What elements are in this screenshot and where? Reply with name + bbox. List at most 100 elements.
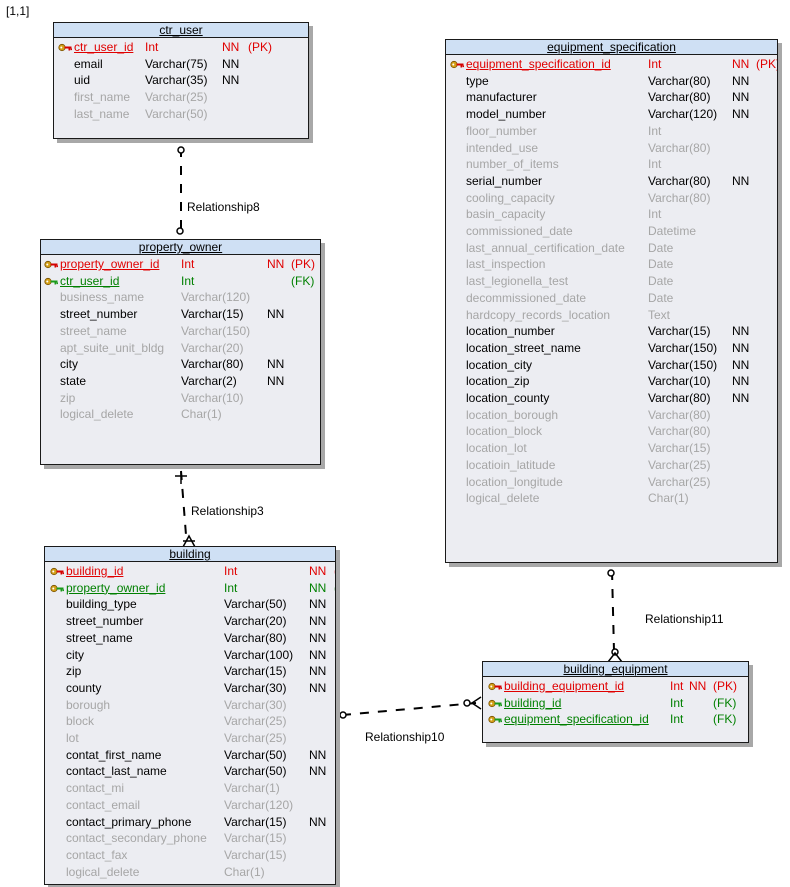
column-row[interactable]: floor_number Int — [446, 123, 777, 139]
column-row[interactable]: street_name Varchar(80) NN — [45, 630, 335, 646]
column-row[interactable]: county Varchar(30) NN — [45, 680, 335, 696]
column-row[interactable]: zip Varchar(10) — [41, 390, 320, 406]
column-row[interactable]: borough Varchar(30) — [45, 697, 335, 713]
column-row[interactable]: manufacturer Varchar(80) NN — [446, 89, 777, 105]
column-row[interactable]: locatioin_latitude Varchar(25) — [446, 457, 777, 473]
column-row[interactable]: commissioned_date Datetime — [446, 223, 777, 239]
column-type: Int — [224, 580, 238, 595]
column-row[interactable]: building_id Int (FK) — [483, 695, 748, 711]
column-row[interactable]: building_type Varchar(50) NN — [45, 596, 335, 612]
column-row[interactable]: street_number Varchar(20) NN — [45, 613, 335, 629]
column-row[interactable]: uid Varchar(35) NN — [54, 72, 308, 88]
column-row[interactable]: equipment_specification_id Int NN (PK) — [446, 56, 777, 72]
column-row[interactable]: intended_use Varchar(80) — [446, 140, 777, 156]
column-row[interactable]: property_owner_id Int NN (FK) — [45, 580, 335, 596]
column-type: Int — [648, 57, 662, 71]
column-row[interactable]: street_name Varchar(150) — [41, 323, 320, 339]
column-row[interactable]: last_annual_certification_date Date — [446, 240, 777, 256]
column-row[interactable]: location_zip Varchar(10) NN — [446, 373, 777, 389]
column-row[interactable]: email Varchar(75) NN — [54, 56, 308, 72]
column-type: Varchar(1) — [224, 781, 280, 796]
column-row[interactable]: serial_number Varchar(80) NN — [446, 173, 777, 189]
column-row[interactable]: decommissioned_date Date — [446, 290, 777, 306]
column-name: property_owner_id — [60, 257, 160, 271]
column-type: Varchar(75) — [145, 56, 208, 71]
column-row[interactable]: location_borough Varchar(80) — [446, 407, 777, 423]
entity-title[interactable]: property_owner — [41, 240, 320, 255]
foreign-key-icon — [50, 580, 64, 596]
column-row[interactable]: location_number Varchar(15) NN — [446, 323, 777, 339]
column-row[interactable]: block Varchar(25) — [45, 713, 335, 729]
entity-ctr-user[interactable]: ctr_user ctr_user_id Int NN (PK) email Varchar… — [53, 22, 309, 139]
column-type: Varchar(50) — [145, 106, 208, 121]
column-row[interactable]: ctr_user_id Int NN (PK) — [54, 39, 308, 55]
column-row[interactable]: zip Varchar(15) NN — [45, 663, 335, 679]
column-row[interactable]: cooling_capacity Varchar(80) — [446, 190, 777, 206]
column-row[interactable]: logical_delete Char(1) — [446, 490, 777, 506]
entity-building-equipment[interactable]: building_equipment building_equipment_id I… — [482, 661, 749, 743]
column-row[interactable]: contact_email Varchar(120) — [45, 797, 335, 813]
entity-title[interactable]: building_equipment — [483, 662, 748, 677]
entity-property-owner[interactable]: property_owner property_owner_id Int NN (PK)… — [40, 239, 321, 465]
column-not-null: NN — [732, 90, 750, 105]
column-row[interactable]: contact_mi Varchar(1) — [45, 780, 335, 796]
column-not-null: NN — [732, 324, 750, 339]
column-row[interactable]: last_inspection Date — [446, 256, 777, 272]
column-row[interactable]: building_id Int NN (PK) — [45, 563, 335, 579]
column-row[interactable]: ctr_user_id Int (FK) — [41, 273, 320, 289]
entity-title[interactable]: ctr_user — [54, 23, 308, 38]
column-row[interactable]: property_owner_id Int NN (PK) — [41, 256, 320, 272]
column-row[interactable]: building_equipment_id Int NN (PK) — [483, 678, 748, 694]
column-name: commissioned_date — [466, 224, 573, 238]
column-row[interactable]: location_lot Varchar(15) — [446, 440, 777, 456]
column-row[interactable]: contact_fax Varchar(15) — [45, 847, 335, 863]
column-row[interactable]: contact_last_name Varchar(50) NN — [45, 763, 335, 779]
column-row[interactable]: hardcopy_records_location Text — [446, 307, 777, 323]
column-row[interactable]: apt_suite_unit_bldg Varchar(20) — [41, 340, 320, 356]
column-name: basin_capacity — [466, 207, 546, 222]
entity-title[interactable]: building — [45, 547, 335, 562]
column-row[interactable]: model_number Varchar(120) NN — [446, 106, 777, 122]
column-row[interactable]: business_name Varchar(120) — [41, 289, 320, 305]
column-row[interactable]: city Varchar(80) NN — [41, 356, 320, 372]
column-row[interactable]: contat_first_name Varchar(50) NN — [45, 747, 335, 763]
column-row[interactable]: street_number Varchar(15) NN — [41, 306, 320, 322]
column-row[interactable]: logical_delete Char(1) — [41, 406, 320, 422]
relationship8-label: Relationship8 — [187, 200, 260, 214]
column-name: logical_delete — [466, 491, 540, 506]
column-type: Datetime — [648, 224, 697, 238]
column-name: serial_number — [466, 173, 543, 188]
column-row[interactable]: city Varchar(100) NN — [45, 647, 335, 663]
column-row[interactable]: equipment_specification_id Int (FK) — [483, 711, 748, 727]
column-key-marker: (PK) — [248, 40, 272, 54]
column-row[interactable]: contact_secondary_phone Varchar(15) — [45, 830, 335, 846]
entity-building[interactable]: buildingbuilding_idIntNN(PK)property_own… — [44, 546, 336, 885]
column-type: Varchar(35) — [145, 73, 208, 88]
relationship10-line[interactable] — [341, 702, 477, 716]
column-type: Varchar(80) — [648, 173, 711, 188]
column-type: Varchar(15) — [648, 324, 711, 339]
column-row[interactable]: location_longitude Varchar(25) — [446, 474, 777, 490]
column-row[interactable]: type Varchar(80) NN — [446, 73, 777, 89]
column-not-null: NN — [309, 597, 327, 612]
entity-equipment-specification[interactable]: equipment_specification equipment_specifi… — [445, 39, 778, 563]
column-row[interactable]: lot Varchar(25) — [45, 730, 335, 746]
column-row[interactable]: location_city Varchar(150) NN — [446, 357, 777, 373]
column-row[interactable]: location_street_name Varchar(150) NN — [446, 340, 777, 356]
column-type: Varchar(100) — [224, 647, 294, 662]
column-name: building_id — [66, 564, 124, 578]
column-row[interactable]: last_legionella_test Date — [446, 273, 777, 289]
column-row[interactable]: location_county Varchar(80) NN — [446, 390, 777, 406]
column-row[interactable]: basin_capacity Int — [446, 206, 777, 222]
column-row[interactable]: number_of_items Int — [446, 156, 777, 172]
column-type: Int — [648, 157, 662, 172]
column-row[interactable]: location_block Varchar(80) — [446, 423, 777, 439]
column-row[interactable]: logical_delete Char(1) — [45, 864, 335, 880]
relationship11-line[interactable] — [611, 570, 615, 652]
column-row[interactable]: first_name Varchar(25) — [54, 89, 308, 105]
entity-title[interactable]: equipment_specification — [446, 40, 777, 55]
column-row[interactable]: last_name Varchar(50) — [54, 106, 308, 122]
column-name: building_type — [66, 597, 137, 612]
column-row[interactable]: contact_primary_phone Varchar(15) NN — [45, 814, 335, 830]
column-row[interactable]: state Varchar(2) NN — [41, 373, 320, 389]
